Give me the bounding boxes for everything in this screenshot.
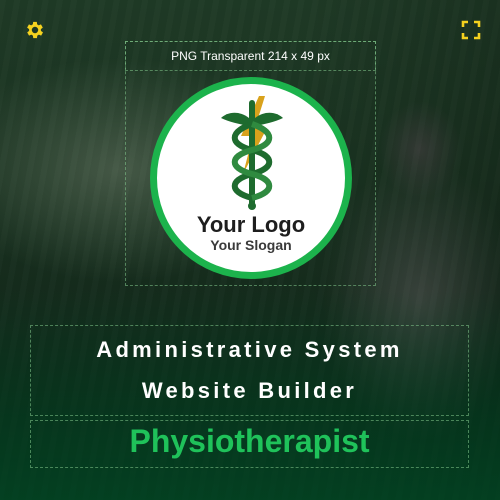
canvas-stage: PNG Transparent 214 x 49 px Your Logo Yo… [0, 0, 500, 500]
headline-line-2: Website Builder [141, 378, 358, 403]
fullscreen-button[interactable] [460, 19, 482, 41]
caduceus-staff [249, 100, 255, 208]
fullscreen-icon [461, 20, 481, 40]
logo-title: Your Logo [196, 212, 306, 237]
logo-badge[interactable]: Your Logo Your Slogan [150, 77, 352, 279]
logo-size-label: PNG Transparent 214 x 49 px [171, 49, 330, 63]
gear-icon [27, 21, 43, 39]
headline-line-1: Administrative System [96, 337, 403, 362]
settings-button[interactable] [24, 19, 46, 41]
brand-name: Physiotherapist [129, 423, 370, 459]
logo-slogan: Your Slogan [210, 237, 292, 253]
caduceus-icon [221, 96, 283, 210]
staff-tip [248, 202, 256, 210]
